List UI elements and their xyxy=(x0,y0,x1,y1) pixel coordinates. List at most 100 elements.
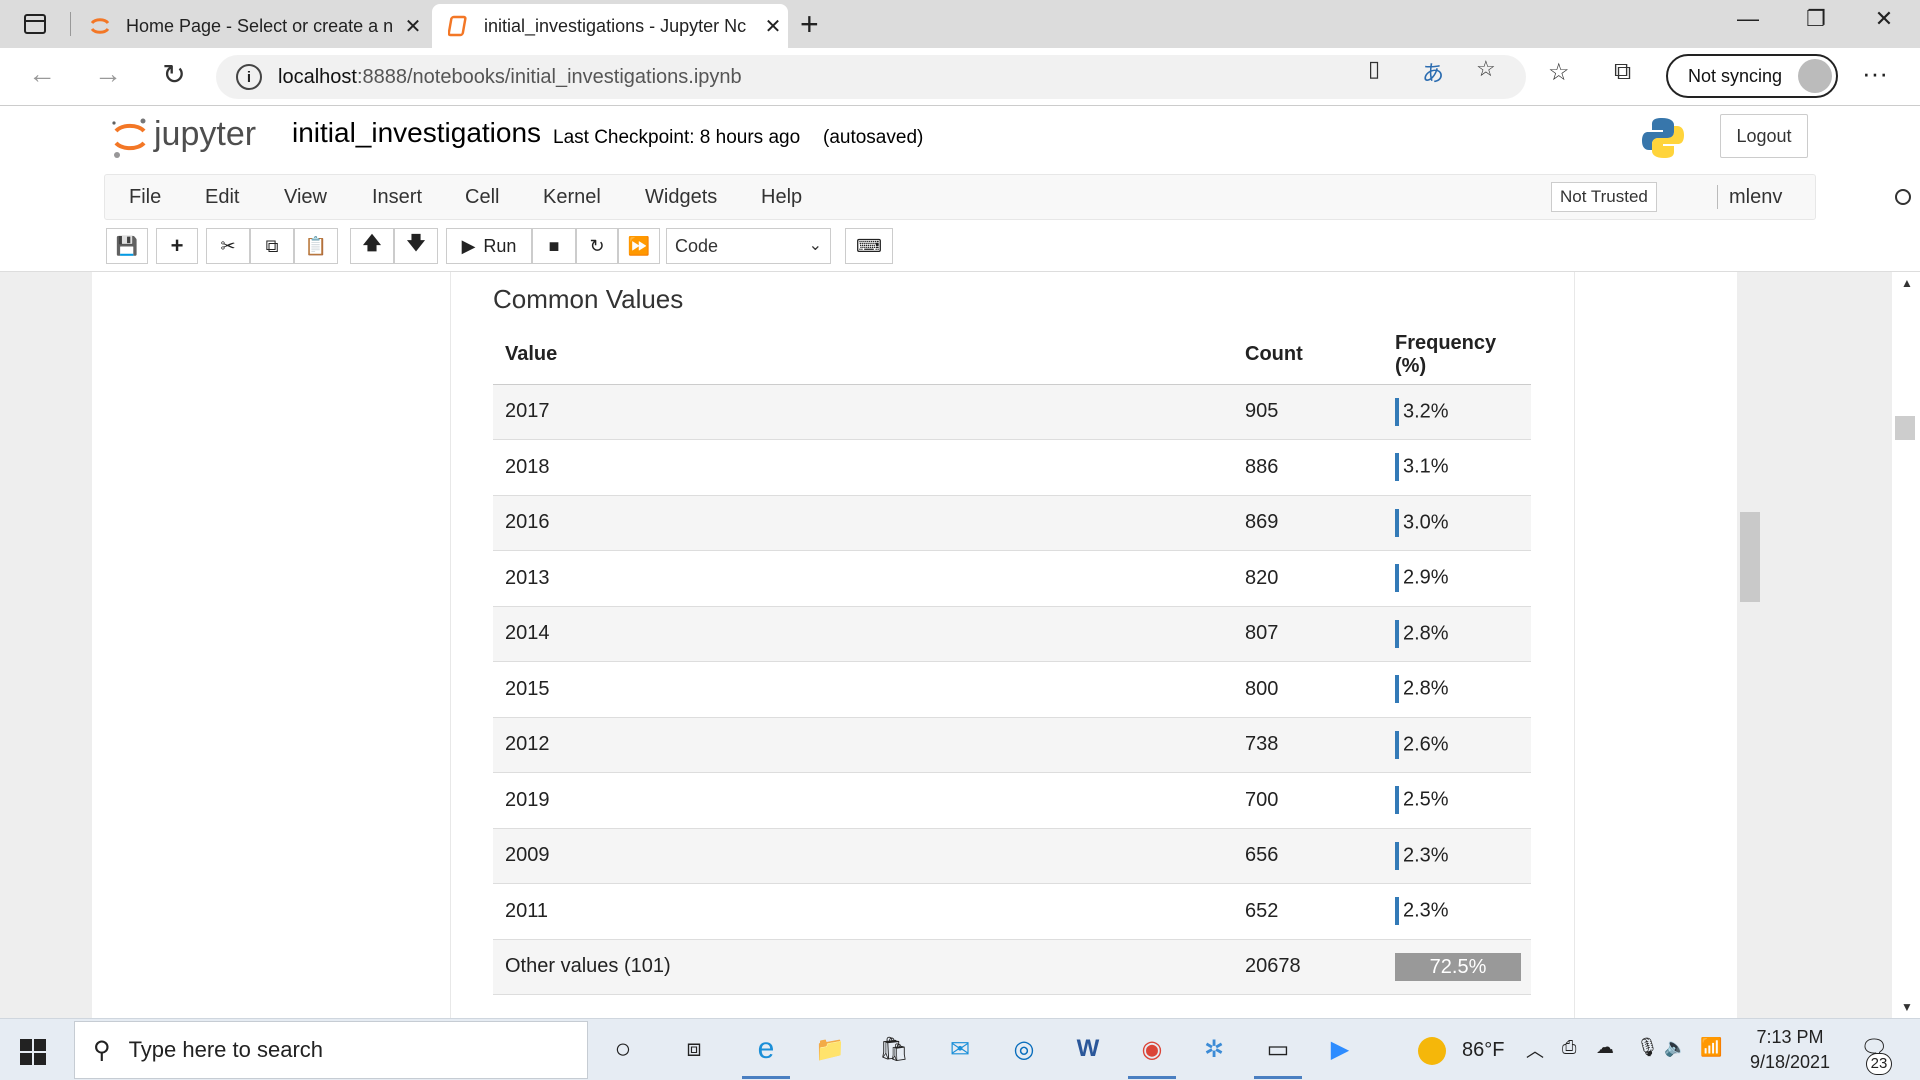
reader-view-icon[interactable]: ▯ xyxy=(1368,56,1380,82)
copy-icon[interactable]: ⧉ xyxy=(250,228,294,264)
translate-icon[interactable]: あ xyxy=(1422,56,1444,88)
frequency-bar xyxy=(1395,619,1399,648)
value-cell: 2018 xyxy=(493,439,1233,496)
edge-icon[interactable]: e xyxy=(742,1031,790,1079)
menu-cell[interactable]: Cell xyxy=(465,186,499,209)
menu-edit[interactable]: Edit xyxy=(205,186,239,209)
autosave-status: (autosaved) xyxy=(823,127,924,148)
value-cell: 2017 xyxy=(493,384,1233,440)
scrollbar-thumb[interactable] xyxy=(1895,416,1915,440)
meet-now-icon[interactable]: ⎙ xyxy=(1562,1037,1576,1058)
add-favorite-icon[interactable]: ☆ xyxy=(1476,56,1496,82)
sync-label: Not syncing xyxy=(1688,65,1783,86)
scroll-down-icon[interactable]: ▼ xyxy=(1901,1000,1913,1014)
weather-sun-icon[interactable] xyxy=(1418,1037,1446,1065)
move-down-icon[interactable]: 🡇 xyxy=(394,228,438,264)
value-cell: 2011 xyxy=(493,883,1233,940)
wifi-icon[interactable]: 📶 xyxy=(1700,1037,1722,1058)
store-icon[interactable]: 🛍 xyxy=(876,1031,912,1067)
kernel-name[interactable]: mlenv xyxy=(1729,186,1782,209)
back-icon[interactable]: ← xyxy=(22,58,62,90)
dell-icon[interactable]: ◎ xyxy=(1006,1031,1042,1067)
system-clock[interactable]: 7:13 PM 9/18/2021 xyxy=(1730,1025,1850,1075)
close-window-icon[interactable]: ✕ xyxy=(1854,6,1914,32)
mail-icon[interactable]: ✉ xyxy=(942,1031,978,1067)
favorites-icon[interactable]: ☆ xyxy=(1548,58,1570,87)
frequency-cell: 72.5% xyxy=(1383,939,1531,995)
trust-indicator[interactable]: Not Trusted xyxy=(1551,182,1657,212)
keyboard-shortcuts-icon[interactable]: ⌨ xyxy=(845,228,893,264)
frequency-bar xyxy=(1395,786,1399,815)
count-cell: 700 xyxy=(1233,772,1383,829)
frequency-value: 2.8% xyxy=(1403,677,1449,700)
sync-button[interactable]: Not syncing xyxy=(1666,54,1838,98)
windows-start-icon[interactable] xyxy=(20,1039,46,1065)
word-icon[interactable]: W xyxy=(1070,1031,1106,1067)
refresh-icon[interactable]: ↻ xyxy=(154,58,194,91)
clock-time: 7:13 PM xyxy=(1756,1027,1824,1047)
new-tab-icon[interactable]: + xyxy=(800,6,819,43)
minimize-icon[interactable]: — xyxy=(1718,6,1778,32)
volume-icon[interactable]: 🔈 xyxy=(1664,1037,1686,1058)
scroll-up-icon[interactable]: ▲ xyxy=(1901,276,1913,290)
paste-icon[interactable]: 📋 xyxy=(294,228,338,264)
save-icon[interactable]: 💾 xyxy=(106,228,148,264)
temperature[interactable]: 86°F xyxy=(1462,1039,1504,1062)
restart-icon[interactable]: ↻ xyxy=(576,228,618,264)
menu-insert[interactable]: Insert xyxy=(372,186,422,209)
tab-actions-icon[interactable] xyxy=(24,14,46,34)
task-view-icon[interactable]: ⧈ xyxy=(676,1031,712,1067)
table-row: 2019 700 2.5% xyxy=(493,772,1531,829)
menu-file[interactable]: File xyxy=(129,186,161,209)
cell-type-select[interactable]: Code ⌄ xyxy=(666,228,831,264)
cortana-icon[interactable]: ○ xyxy=(605,1031,641,1067)
page-scrollbar[interactable]: ▲ ▼ xyxy=(1892,272,1920,1018)
onedrive-icon[interactable]: ☁ xyxy=(1596,1037,1614,1058)
common-values-table: Value Count Frequency (%) 2017 905 3.2% 201… xyxy=(493,326,1531,995)
zoom-icon[interactable]: ▶ xyxy=(1322,1031,1358,1067)
taskbar-search-box[interactable]: ⚲ Type here to search xyxy=(74,1021,588,1079)
insert-cell-icon[interactable]: + xyxy=(156,228,198,264)
frequency-value: 2.6% xyxy=(1403,733,1449,756)
value-cell: 2019 xyxy=(493,772,1233,829)
output-scrollbar-thumb[interactable] xyxy=(1740,512,1760,602)
show-hidden-icons-icon[interactable]: ︿ xyxy=(1526,1037,1544,1063)
menu-view[interactable]: View xyxy=(284,186,327,209)
more-options-icon[interactable]: ··· xyxy=(1862,58,1888,89)
file-explorer-icon[interactable]: 📁 xyxy=(812,1031,848,1067)
notebook-name[interactable]: initial_investigations xyxy=(292,117,541,149)
site-info-icon[interactable]: i xyxy=(236,64,262,90)
terminal-icon[interactable]: ▭ xyxy=(1254,1031,1302,1079)
tab-home-page[interactable]: Home Page - Select or create a n ✕ xyxy=(72,4,428,48)
value-cell: Other values (101) xyxy=(493,939,1233,995)
tab-initial-investigations[interactable]: initial_investigations - Jupyter Nc ✕ xyxy=(432,4,788,48)
address-field[interactable]: i localhost:8888/notebooks/initial_inves… xyxy=(216,55,1526,99)
frequency-value: 3.0% xyxy=(1403,511,1449,534)
tab-title: initial_investigations - Jupyter Nc xyxy=(484,15,747,36)
cut-icon[interactable]: ✂ xyxy=(206,228,250,264)
frequency-bar xyxy=(1395,564,1399,593)
forward-icon[interactable]: → xyxy=(88,58,128,90)
frequency-value: 2.9% xyxy=(1403,566,1449,589)
menu-widgets[interactable]: Widgets xyxy=(645,186,717,209)
menu-help[interactable]: Help xyxy=(761,186,802,209)
close-tab-icon[interactable]: ✕ xyxy=(758,14,788,39)
interrupt-icon[interactable]: ■ xyxy=(532,228,576,264)
table-row: 2014 807 2.8% xyxy=(493,606,1531,662)
run-button[interactable]: ▶ Run xyxy=(446,228,532,264)
search-placeholder: Type here to search xyxy=(128,1037,324,1062)
count-cell: 820 xyxy=(1233,550,1383,607)
move-up-icon[interactable]: 🡅 xyxy=(350,228,394,264)
count-cell: 905 xyxy=(1233,384,1383,440)
jupyter-logo-icon[interactable] xyxy=(110,115,150,159)
snipping-tool-icon[interactable]: ✲ xyxy=(1196,1031,1232,1067)
logout-button[interactable]: Logout xyxy=(1720,114,1808,158)
restart-run-all-icon[interactable]: ⏩ xyxy=(618,228,660,264)
close-tab-icon[interactable]: ✕ xyxy=(398,14,428,39)
collections-icon[interactable]: ⧉ xyxy=(1614,58,1631,86)
microphone-icon[interactable]: 🎙 xyxy=(1636,1037,1659,1058)
restore-icon[interactable]: ❐ xyxy=(1786,6,1846,32)
menu-kernel[interactable]: Kernel xyxy=(543,186,601,209)
chrome-icon[interactable]: ◉ xyxy=(1128,1031,1176,1079)
jupyter-favicon-icon xyxy=(90,18,110,34)
